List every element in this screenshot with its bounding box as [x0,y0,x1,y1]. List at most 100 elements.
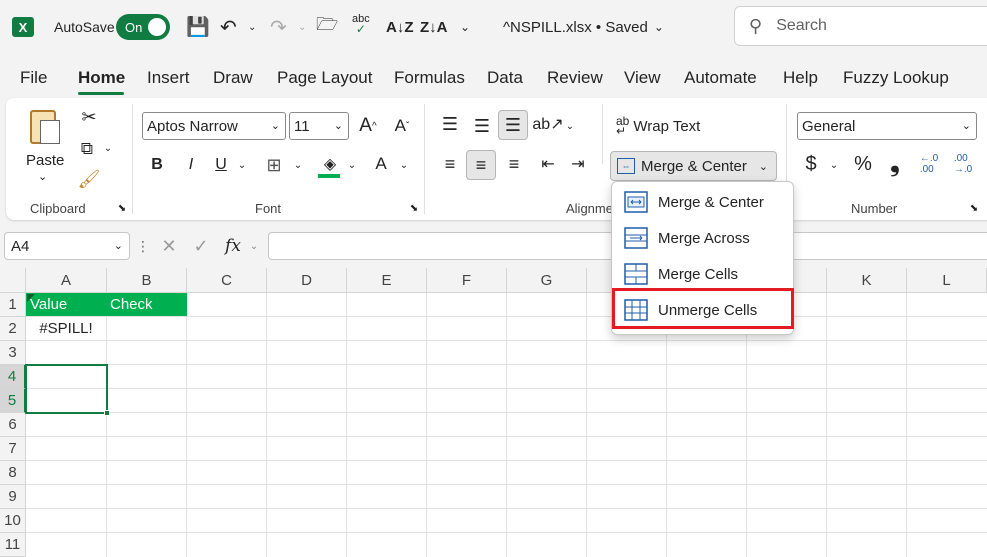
tab-page-layout[interactable]: Page Layout [277,68,372,88]
column-header-f[interactable]: F [427,268,507,293]
number-launcher-icon[interactable]: ⬊ [968,202,980,214]
fill-color-dropdown-icon[interactable]: ⌄ [346,156,358,174]
align-right-icon[interactable]: ≡ [502,152,526,176]
sort-descending-icon[interactable]: Z↓A [420,14,448,40]
insert-function-button[interactable]: fx [220,234,246,258]
row-header-1[interactable]: 1 [0,293,26,317]
font-size-combo[interactable]: 11 ⌄ [289,112,349,140]
row-header-8[interactable]: 8 [0,461,26,485]
confirm-entry-icon[interactable]: ✓ [190,234,212,258]
column-header-l[interactable]: L [907,268,987,293]
row-header-2[interactable]: 2 [0,317,26,341]
tab-help[interactable]: Help [783,68,818,88]
redo-dropdown-icon[interactable]: ⌄ [298,14,306,40]
font-name-combo[interactable]: Aptos Narrow ⌄ [142,112,286,140]
row-header-10[interactable]: 10 [0,509,26,533]
row-header-5[interactable]: 5 [0,389,26,413]
paste-button[interactable]: Paste ⌄ [22,106,66,186]
cut-icon[interactable]: ✂ [78,106,100,128]
redo-icon[interactable]: ↷ [270,14,287,40]
underline-dropdown-icon[interactable]: ⌄ [236,156,248,174]
cell-b1[interactable]: Check [106,293,187,316]
orientation-dropdown-icon[interactable]: ⌄ [564,118,576,134]
save-icon[interactable]: 💾 [186,14,210,40]
underline-button[interactable]: U [210,154,232,176]
name-box[interactable]: A4 ⌄ [4,232,130,260]
row-header-3[interactable]: 3 [0,341,26,365]
clipboard-launcher-icon[interactable]: ⬊ [116,202,128,214]
decrease-indent-icon[interactable]: ⇤ [536,152,560,176]
font-launcher-icon[interactable]: ⬊ [408,202,420,214]
wrap-text-button[interactable]: ab ↵ Wrap Text [616,114,700,138]
fill-handle[interactable] [104,410,110,416]
row-header-11[interactable]: 11 [0,533,26,557]
select-all-corner[interactable] [0,268,26,293]
decrease-decimal-icon[interactable]: .00 →.0 [950,152,976,176]
borders-dropdown-icon[interactable]: ⌄ [292,156,304,174]
spelling-icon[interactable]: abc ✓ [352,14,370,40]
column-header-a[interactable]: A [26,268,107,293]
comma-button[interactable]: ❟ [884,150,906,177]
tab-review[interactable]: Review [547,68,603,88]
selected-range-a4-a5[interactable] [25,364,108,414]
menu-item-merge-cells[interactable]: Merge Cells [613,256,794,292]
shrink-font-icon[interactable]: Aˇ [390,114,414,138]
autosave-toggle[interactable]: On [116,14,170,40]
font-color-dropdown-icon[interactable]: ⌄ [398,156,410,174]
column-header-d[interactable]: D [267,268,347,293]
column-header-b[interactable]: B [107,268,187,293]
align-left-icon[interactable]: ≡ [438,152,462,176]
undo-icon[interactable]: ↶ [220,14,237,40]
cell-a1[interactable]: Value [26,293,107,316]
menu-item-merge-center[interactable]: Merge & Center [613,184,794,220]
column-header-c[interactable]: C [187,268,267,293]
row-header-9[interactable]: 9 [0,485,26,509]
currency-button[interactable]: $ [800,152,822,176]
tab-home[interactable]: Home [78,68,125,88]
open-folder-icon[interactable]: 🗁 [316,14,338,40]
percent-button[interactable]: % [850,152,876,176]
increase-decimal-icon[interactable]: ←.0.00 [916,152,942,176]
menu-item-merge-across[interactable]: Merge Across [613,220,794,256]
copy-dropdown-icon[interactable]: ⌄ [102,140,114,156]
cancel-entry-icon[interactable]: ✕ [158,234,180,258]
row-header-7[interactable]: 7 [0,437,26,461]
sort-ascending-icon[interactable]: A↓Z [386,14,414,40]
undo-dropdown-icon[interactable]: ⌄ [248,14,256,40]
column-header-k[interactable]: K [827,268,907,293]
tab-data[interactable]: Data [487,68,523,88]
orientation-icon[interactable]: ab↗ [532,112,563,136]
tab-insert[interactable]: Insert [147,68,190,88]
customize-toolbar-icon[interactable]: ⌄ [460,14,470,40]
currency-dropdown-icon[interactable]: ⌄ [828,156,840,174]
align-middle-icon[interactable]: ☰ [470,114,494,138]
tab-formulas[interactable]: Formulas [394,68,465,88]
tab-view[interactable]: View [624,68,661,88]
column-header-e[interactable]: E [347,268,427,293]
more-options-icon[interactable]: ⋮ [136,236,150,256]
tab-automate[interactable]: Automate [684,68,757,88]
cell-a2[interactable]: #SPILL! [26,317,106,340]
bold-button[interactable]: B [146,154,168,176]
align-top-icon[interactable]: ☰ [438,112,462,136]
search-box[interactable]: ⚲ Search [734,6,987,46]
merge-center-button[interactable]: ⇔ Merge & Center ⌄ [610,151,777,181]
font-color-button[interactable]: A [370,152,392,176]
row-header-4[interactable]: 4 [0,365,26,389]
align-center-icon[interactable]: ≡ [466,150,496,180]
format-painter-icon[interactable]: 🖌 [78,168,101,190]
increase-indent-icon[interactable]: ⇥ [566,152,590,176]
tab-draw[interactable]: Draw [213,68,253,88]
tab-fuzzy-lookup[interactable]: Fuzzy Lookup [843,68,949,88]
function-dropdown-icon[interactable]: ⌄ [248,238,260,254]
grow-font-icon[interactable]: A ^ [356,114,380,138]
fill-color-icon[interactable]: ◈ [318,152,342,176]
tab-file[interactable]: File [20,68,47,88]
borders-icon[interactable]: ⊞ [262,154,286,176]
file-name[interactable]: ^NSPILL.xlsx • Saved ⌄ [503,14,664,40]
align-bottom-icon[interactable]: ☰ [498,110,528,140]
italic-button[interactable]: I [180,154,202,176]
number-format-combo[interactable]: General ⌄ [797,112,977,140]
row-header-6[interactable]: 6 [0,413,26,437]
column-header-g[interactable]: G [507,268,587,293]
